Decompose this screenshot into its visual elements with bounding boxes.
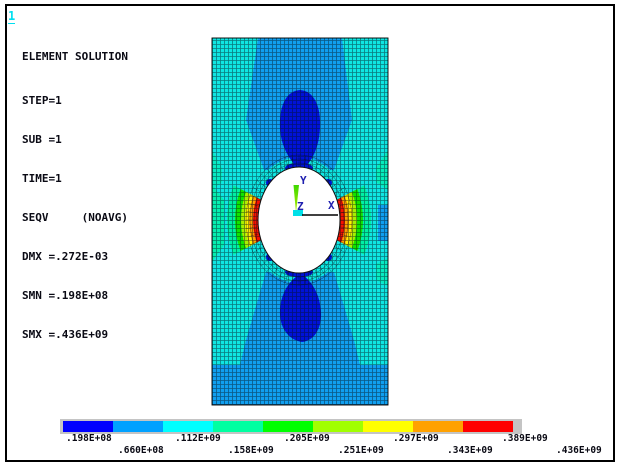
y-axis-label: Y [300,174,307,187]
legend-value: .660E+08 [118,445,164,456]
legend-value: .205E+09 [284,433,330,444]
legend-swatch [413,421,463,432]
ansys-graphics-screenshot: { "window": { "plot_id": "1" }, "annotat… [0,0,621,470]
legend-swatch [263,421,313,432]
z-axis-label: Z [297,200,304,213]
legend-swatch [213,421,263,432]
legend-swatch [63,421,113,432]
legend-value: .198E+08 [66,433,112,444]
plate-hole [257,166,341,274]
legend-value: .297E+09 [393,433,439,444]
legend-swatch [113,421,163,432]
legend-swatch [163,421,213,432]
graphics-window-mesh-plot[interactable]: Y Z X [0,0,621,470]
legend-swatches [63,421,513,432]
legend-swatch [463,421,513,432]
legend-value: .158E+09 [228,445,274,456]
contour-legend-bar [60,419,522,434]
legend-value: .389E+09 [502,433,548,444]
legend-value: .343E+09 [447,445,493,456]
x-axis-label: X [328,199,335,212]
legend-value: .251E+09 [338,445,384,456]
legend-value: .112E+09 [175,433,221,444]
legend-swatch [363,421,413,432]
legend-swatch [313,421,363,432]
legend-value: .436E+09 [556,445,602,456]
